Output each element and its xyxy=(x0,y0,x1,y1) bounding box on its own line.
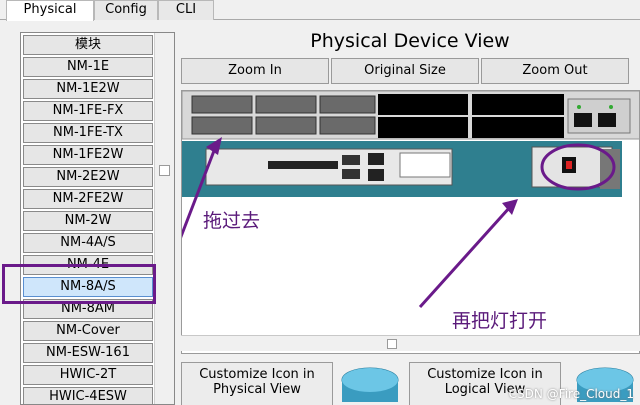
module-list[interactable]: 模块 NM-1E NM-1E2W NM-1FE-FX NM-1FE-TX NM-… xyxy=(20,32,175,405)
list-item[interactable]: NM-1FE-TX xyxy=(23,123,153,143)
customize-physical-icon-button[interactable]: Customize Icon in Physical View xyxy=(181,362,333,405)
list-item[interactable]: NM-ESW-161 xyxy=(23,343,153,363)
list-item[interactable]: HWIC-4ESW xyxy=(23,387,153,404)
list-item[interactable]: NM-2E2W xyxy=(23,167,153,187)
tab-bar: Physical Config CLI xyxy=(0,0,640,21)
selection-highlight-box xyxy=(2,264,156,304)
list-item[interactable]: NM-Cover xyxy=(23,321,153,341)
list-item[interactable]: HWIC-2T xyxy=(23,365,153,385)
list-item[interactable]: NM-4A/S xyxy=(23,233,153,253)
list-item[interactable]: NM-2FE2W xyxy=(23,189,153,209)
list-item[interactable]: NM-1FE2W xyxy=(23,145,153,165)
list-item[interactable]: NM-1E xyxy=(23,57,153,77)
zoom-in-button[interactable]: Zoom In xyxy=(181,58,329,84)
tab-physical[interactable]: Physical xyxy=(6,0,94,21)
module-list-scrollbar[interactable] xyxy=(154,33,174,404)
list-item[interactable]: NM-1FE-FX xyxy=(23,101,153,121)
original-size-button[interactable]: Original Size xyxy=(331,58,479,84)
module-list-header: 模块 xyxy=(23,35,153,55)
router-icon xyxy=(341,367,399,402)
tab-config[interactable]: Config xyxy=(94,0,158,20)
annotation-drag: 拖过去 xyxy=(203,210,261,232)
watermark: CSDN @Fire_Cloud_1 xyxy=(508,387,634,401)
annotation-power-on: 再把灯打开 xyxy=(452,310,548,332)
list-item[interactable]: NM-1E2W xyxy=(23,79,153,99)
list-item[interactable]: NM-2W xyxy=(23,211,153,231)
zoom-out-button[interactable]: Zoom Out xyxy=(481,58,629,84)
tab-cli[interactable]: CLI xyxy=(158,0,214,20)
scroll-thumb[interactable] xyxy=(159,165,170,176)
scroll-thumb[interactable] xyxy=(387,339,397,349)
page-title: Physical Device View xyxy=(310,30,510,52)
canvas-scrollbar[interactable] xyxy=(181,335,640,351)
